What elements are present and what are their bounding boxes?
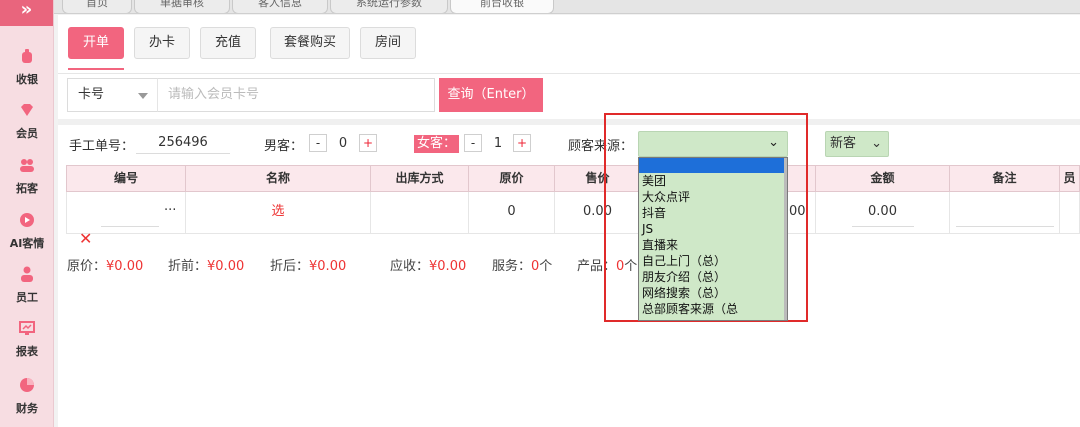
amount-input-line [852, 226, 914, 227]
active-tab-indicator [68, 68, 124, 70]
double-chevron-icon: » [20, 0, 33, 20]
male-minus-button[interactable]: - [309, 134, 327, 152]
male-label: 男客： [264, 139, 304, 154]
play-icon [20, 213, 34, 227]
diamond-icon [21, 104, 33, 116]
card-type-select[interactable]: 卡号 [67, 78, 158, 112]
member-card-input[interactable]: 请输入会员卡号 [157, 78, 435, 112]
query-button[interactable]: 查询（Enter） [439, 78, 543, 112]
sidebar-item-label: 报表 [16, 345, 38, 358]
cashier-icon [22, 49, 32, 63]
amount-cell[interactable]: 0.00 [816, 192, 950, 234]
card-type-value: 卡号 [78, 87, 105, 102]
sidebar-collapse-button[interactable]: » [0, 0, 53, 26]
female-minus-button[interactable]: - [464, 134, 482, 152]
col-header: 名称 [186, 165, 371, 192]
dropdown-option[interactable]: 美团 [639, 173, 787, 189]
customer-type-value: 新客 [830, 136, 857, 151]
summary-after-discount: 折后：¥0.00 [270, 259, 347, 274]
subtab-recharge[interactable]: 充值 [200, 27, 256, 59]
dropdown-option[interactable]: 网络搜索（总） [639, 285, 787, 301]
users-icon [20, 159, 34, 172]
delete-row-icon[interactable]: ✕ [79, 231, 92, 247]
dropdown-option-selected-empty[interactable] [639, 158, 787, 173]
sidebar-item-label: 收银 [16, 73, 38, 86]
code-cell[interactable]: ✕ ... [66, 192, 186, 247]
subtab-open-order[interactable]: 开单 [68, 27, 124, 59]
staff-cell[interactable] [1060, 192, 1080, 234]
subtab-package[interactable]: 套餐购买 [270, 27, 350, 59]
code-input-line [101, 226, 159, 227]
col-header: 备注 [950, 165, 1060, 192]
sidebar-item-ai[interactable]: AI客情 [0, 212, 54, 251]
member-card-placeholder: 请输入会员卡号 [168, 87, 260, 102]
male-count: 0 [338, 136, 348, 151]
female-plus-button[interactable]: + [513, 134, 531, 152]
caret-down-icon [138, 93, 148, 99]
summary-service: 服务：0个 [492, 259, 553, 274]
customer-source-dropdown-list[interactable]: 美团 大众点评 抖音 JS 直播来 自己上门（总） 朋友介绍（总） 网络搜索（总… [638, 157, 788, 321]
dropdown-option[interactable]: 自己上门（总） [639, 253, 787, 269]
more-button[interactable]: ... [164, 187, 176, 227]
summary-original: 原价：¥0.00 [67, 259, 144, 274]
summary-before-discount: 折前：¥0.00 [168, 259, 245, 274]
dropdown-option[interactable]: 大众点评 [639, 189, 787, 205]
report-icon [19, 321, 35, 335]
sidebar-item-label: 财务 [16, 402, 38, 415]
col-header: 员 [1060, 165, 1080, 192]
manual-no-label: 手工单号： [69, 139, 135, 154]
sidebar-item-finance[interactable]: 财务 [0, 377, 54, 416]
original-price-cell: 0 [469, 192, 555, 234]
divider [58, 73, 1080, 74]
amount-value: 0.00 [868, 204, 897, 219]
tab-home[interactable]: 首页 [62, 0, 132, 13]
subtab-room[interactable]: 房间 [360, 27, 416, 59]
sidebar-item-cashier[interactable]: 收银 [0, 48, 54, 87]
subtab-card[interactable]: 办卡 [134, 27, 190, 59]
stock-method-cell[interactable] [371, 192, 469, 234]
sidebar-item-staff[interactable]: 员工 [0, 266, 54, 305]
sidebar-item-label: 拓客 [16, 182, 38, 195]
manual-no-input[interactable]: 256496 [136, 132, 230, 154]
dropdown-scrollbar[interactable] [784, 158, 787, 320]
sidebar-item-report[interactable]: 报表 [0, 320, 54, 359]
chevron-down-icon: ⌄ [871, 136, 882, 151]
female-label: 女客： [414, 135, 460, 153]
pie-icon [20, 378, 34, 392]
sidebar-item-label: 员工 [16, 291, 38, 304]
sidebar-item-member[interactable]: 会员 [0, 102, 54, 141]
tab-guest-info[interactable]: 客人信息 [232, 0, 328, 13]
name-cell[interactable]: 选 [186, 192, 371, 234]
remark-cell[interactable] [950, 192, 1060, 234]
top-tab-bar: 首页 单据审核 客人信息 系统运行参数 前台收银 [54, 0, 1080, 14]
summary-receivable: 应收：¥0.00 [390, 259, 467, 274]
tab-front-cashier[interactable]: 前台收银 [450, 0, 554, 13]
sidebar: » 收银 会员 拓客 AI客情 员工 报表 财务 [0, 0, 54, 427]
sidebar-item-label: AI客情 [9, 237, 45, 250]
col-header: 出库方式 [371, 165, 469, 192]
dropdown-option[interactable]: 朋友介绍（总） [639, 269, 787, 285]
male-plus-button[interactable]: + [359, 134, 377, 152]
sidebar-item-label: 会员 [16, 127, 38, 140]
dropdown-option[interactable]: 抖音 [639, 205, 787, 221]
sidebar-item-acquire[interactable]: 拓客 [0, 157, 54, 196]
remark-input-line [956, 226, 1054, 227]
person-icon [21, 266, 33, 282]
dropdown-option[interactable]: JS [639, 221, 787, 237]
col-header: 原价 [469, 165, 555, 192]
dropdown-option[interactable]: 直播来 [639, 237, 787, 253]
section-divider [58, 119, 1080, 125]
tab-system-params[interactable]: 系统运行参数 [330, 0, 448, 13]
female-count: 1 [493, 136, 503, 151]
tab-order-review[interactable]: 单据审核 [134, 0, 230, 13]
dropdown-option[interactable]: 总部顾客来源（总 [639, 301, 787, 317]
col-header: 金额 [816, 165, 950, 192]
customer-type-select[interactable]: 新客 ⌄ [825, 131, 889, 157]
main-panel: 开单 办卡 充值 套餐购买 房间 卡号 请输入会员卡号 查询（Enter） 手工… [58, 15, 1080, 427]
